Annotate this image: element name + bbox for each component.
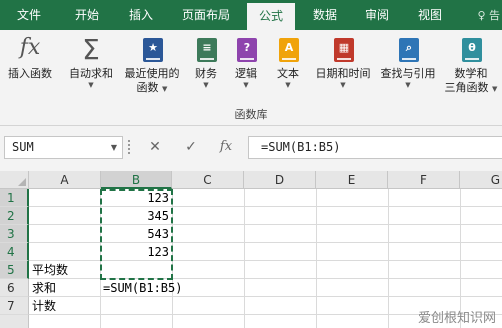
column-header-a[interactable]: A [29,171,101,189]
column-header-c[interactable]: C [172,171,244,189]
chevron-down-icon: ▼ [203,81,209,89]
chevron-down-icon: ▼ [405,81,411,89]
formula-input[interactable]: =SUM(B1:B5) [248,136,502,159]
row-header-4[interactable]: 4 [0,243,29,261]
row-header-8[interactable] [0,315,29,328]
chevron-down-icon: ▼ [340,81,346,89]
resize-handle[interactable] [128,140,131,154]
chevron-down-icon[interactable]: ▼ [111,137,117,158]
formula-bar-area: SUM ▼ ✕ ✓ fx =SUM(B1:B5) [0,126,502,171]
cell-a7[interactable]: 计数 [29,297,101,315]
insert-function-icon[interactable]: fx [214,136,238,159]
gridline [316,189,317,328]
cell-b6-editing[interactable]: =SUM(B1:B5) [101,279,221,297]
row-header-1[interactable]: 1 [0,189,29,207]
tab-formulas[interactable]: 公式 [247,3,295,30]
tab-insert[interactable]: 插入 [118,0,164,30]
math-trig-button[interactable]: θ 数学和 三角函数 ▼ [442,32,500,108]
column-header-b[interactable]: B [101,171,172,189]
cell-a6[interactable]: 求和 [29,279,101,297]
cell-a5[interactable]: 平均数 [29,261,101,279]
recently-used-icon: ★ [138,35,166,65]
gridline [244,189,245,328]
tell-me-hint[interactable]: ♀ 告 [477,0,500,30]
tab-data[interactable]: 数据 [302,0,348,30]
date-time-icon: ▦ [329,35,357,65]
ribbon: fx 插入函数 Σ 自动求和 ▼ ★ 最近使用的 函数 ▼ ≡ 财务 ▼ ? 逻… [0,30,502,126]
math-trig-icon: θ [457,35,485,65]
column-header-g[interactable]: G [460,171,502,189]
logical-button[interactable]: ? 逻辑 ▼ [228,32,264,108]
financial-icon: ≡ [192,35,220,65]
name-box[interactable]: SUM ▼ [4,136,123,159]
row-header-7[interactable]: 7 [0,297,29,315]
row-header-6[interactable]: 6 [0,279,29,297]
row-header-3[interactable]: 3 [0,225,29,243]
select-all-button[interactable] [0,171,29,189]
lookup-reference-icon: ⌕ [394,35,422,65]
row-header-5[interactable]: 5 [0,261,29,279]
column-header-f[interactable]: F [388,171,460,189]
watermark-text: 爱创根知识网 [417,311,496,326]
column-header-d[interactable]: D [244,171,316,189]
chevron-down-icon: ▼ [285,81,291,89]
date-time-button[interactable]: ▦ 日期和时间 ▼ [310,32,376,108]
enter-icon[interactable]: ✓ [179,136,203,159]
logical-icon: ? [232,35,260,65]
tab-page-layout[interactable]: 页面布局 [172,0,240,30]
recently-used-button[interactable]: ★ 最近使用的 函数 ▼ [120,32,184,108]
lookup-reference-button[interactable]: ⌕ 查找与引用 ▼ [376,32,440,108]
ribbon-tab-bar: 文件 开始 插入 页面布局 公式 数据 审阅 视图 ♀ 告 [0,0,502,30]
ribbon-group-label: 函数库 [234,108,268,121]
autosum-button[interactable]: Σ 自动求和 ▼ [62,32,120,108]
insert-function-button[interactable]: fx 插入函数 [2,32,58,108]
tab-file[interactable]: 文件 [8,0,50,30]
text-icon: A [274,35,302,65]
cancel-icon[interactable]: ✕ [143,136,167,159]
text-functions-button[interactable]: A 文本 ▼ [270,32,306,108]
financial-button[interactable]: ≡ 财务 ▼ [188,32,224,108]
insert-function-icon: fx [19,35,41,60]
worksheet-grid[interactable]: A B C D E F G 1 2 3 4 5 6 7 123 345 543 … [0,171,502,328]
column-header-e[interactable]: E [316,171,388,189]
copy-range-marquee [100,189,173,280]
gridline [388,189,389,328]
chevron-down-icon: ▼ [88,81,94,89]
tab-home[interactable]: 开始 [64,0,110,30]
row-header-2[interactable]: 2 [0,207,29,225]
chevron-down-icon: ▼ [243,81,249,89]
tab-view[interactable]: 视图 [407,0,453,30]
autosum-icon: Σ [82,33,100,66]
tab-review[interactable]: 审阅 [354,0,400,30]
